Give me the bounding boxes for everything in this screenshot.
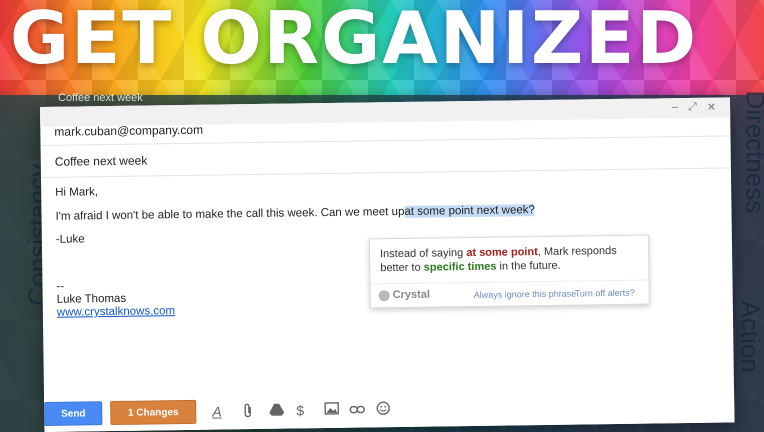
email-line-1-text: I'm afraid I won't be able to make the c… xyxy=(55,205,405,223)
attach-icon[interactable] xyxy=(242,403,254,422)
drive-icon[interactable] xyxy=(269,403,285,420)
popup-footer: Crystal Always ignore this phrase Turn o… xyxy=(370,279,649,308)
turn-off-alerts-link[interactable]: Turn off alerts? xyxy=(575,288,635,299)
suggestion-message: Instead of saying at some point, Mark re… xyxy=(380,244,642,276)
side-word-right-bottom: Action xyxy=(735,300,764,373)
email-greeting[interactable]: Hi Mark, xyxy=(55,186,98,199)
keyword-green: specific times xyxy=(423,260,497,274)
keyword-red: at some point xyxy=(466,246,538,260)
photo-icon[interactable] xyxy=(324,402,340,418)
popout-icon[interactable]: ⤢ xyxy=(688,101,697,114)
to-field[interactable]: mark.cuban@company.com xyxy=(54,123,203,139)
crystal-icon xyxy=(378,289,390,301)
divider xyxy=(40,167,731,178)
email-line-1[interactable]: I'm afraid I won't be able to make the c… xyxy=(55,204,535,223)
msg-part-1: Instead of saying xyxy=(380,247,467,261)
emoji-icon[interactable] xyxy=(376,401,390,418)
close-icon[interactable]: ✕ xyxy=(707,101,716,114)
compose-window: – ⤢ ✕ mark.cuban@company.com Coffee next… xyxy=(40,97,735,432)
subject-field[interactable]: Coffee next week xyxy=(55,154,148,169)
format-text-icon[interactable]: A xyxy=(212,403,222,419)
highlighted-phrase[interactable]: at some point next week? xyxy=(404,204,535,218)
minimize-icon[interactable]: – xyxy=(672,101,678,114)
msg-part-3: in the future. xyxy=(496,259,561,273)
crystal-logo: Crystal xyxy=(378,288,431,302)
ignore-phrase-link[interactable]: Always ignore this phrase xyxy=(474,289,577,300)
headline: GET ORGANIZED xyxy=(10,0,699,80)
window-controls: – ⤢ ✕ xyxy=(672,101,716,115)
link-icon[interactable] xyxy=(349,401,366,417)
signature-name: Luke Thomas xyxy=(56,292,127,306)
send-button[interactable]: Send xyxy=(44,401,103,426)
crystal-brand: Crystal xyxy=(392,288,431,302)
email-signoff[interactable]: -Luke xyxy=(56,233,85,245)
crystal-suggestion-popup: Instead of saying at some point, Mark re… xyxy=(368,234,650,309)
money-icon[interactable]: $ xyxy=(296,402,304,418)
background-window-title: Coffee next week xyxy=(58,92,143,104)
changes-button[interactable]: 1 Changes xyxy=(110,399,197,426)
signature-dashes: -- xyxy=(56,280,65,293)
signature-link[interactable]: www.crystalknows.com xyxy=(57,305,175,319)
side-word-right-top: Directness xyxy=(740,90,764,214)
